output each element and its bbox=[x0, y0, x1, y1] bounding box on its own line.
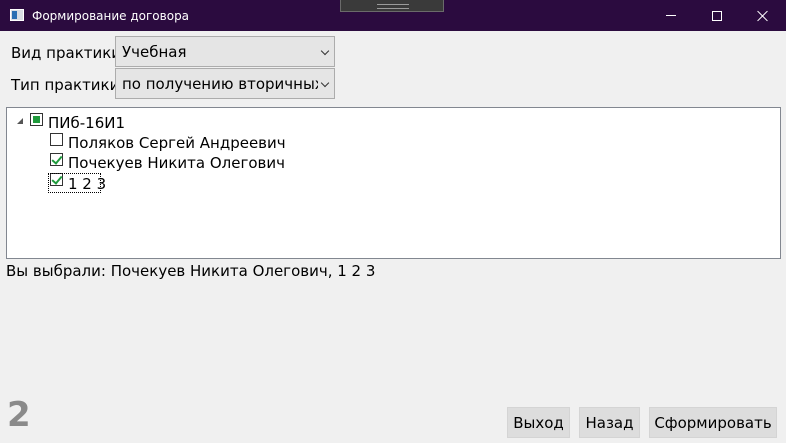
chevron-down-icon bbox=[320, 46, 330, 56]
maximize-button[interactable] bbox=[694, 0, 740, 31]
close-icon bbox=[757, 10, 769, 22]
minimize-button[interactable] bbox=[648, 0, 694, 31]
app-icon bbox=[10, 9, 24, 21]
student-checkbox[interactable] bbox=[50, 133, 63, 146]
selection-summary: Вы выбрали: Почекуев Никита Олегович, 1 … bbox=[6, 262, 376, 280]
window-title: Формирование договора bbox=[32, 9, 190, 23]
main-window: Формирование договора Вид практики Учебн… bbox=[0, 0, 786, 443]
exit-button[interactable]: Выход bbox=[507, 407, 570, 438]
step-number: 2 bbox=[7, 395, 31, 435]
generate-button[interactable]: Сформировать bbox=[649, 407, 777, 438]
group-label[interactable]: ПИб-16И1 bbox=[48, 114, 125, 132]
focus-indicator bbox=[48, 173, 101, 193]
group-checkbox[interactable] bbox=[30, 113, 43, 126]
student-checkbox[interactable] bbox=[50, 153, 63, 166]
student-label[interactable]: Почекуев Никита Олегович bbox=[68, 154, 285, 172]
practice-kind-label: Вид практики bbox=[11, 44, 122, 62]
practice-type-value: по получению вторичных bbox=[122, 75, 318, 93]
practice-kind-value: Учебная bbox=[122, 43, 187, 61]
practice-kind-select[interactable]: Учебная bbox=[115, 36, 335, 67]
students-tree[interactable]: ПИб-16И1 Поляков Сергей Андреевич Почеку… bbox=[6, 107, 781, 259]
minimize-icon bbox=[666, 15, 676, 16]
close-button[interactable] bbox=[740, 0, 786, 31]
window-drag-handle[interactable] bbox=[340, 0, 444, 12]
title-bar[interactable]: Формирование договора bbox=[0, 0, 786, 31]
student-label[interactable]: Поляков Сергей Андреевич bbox=[68, 134, 286, 152]
tree-expanded-triangle-icon[interactable] bbox=[17, 118, 23, 124]
back-button[interactable]: Назад bbox=[579, 407, 640, 438]
maximize-icon bbox=[712, 10, 722, 21]
practice-type-select[interactable]: по получению вторичных bbox=[115, 68, 335, 99]
chevron-down-icon bbox=[320, 78, 330, 88]
practice-type-label: Тип практики bbox=[11, 76, 120, 94]
